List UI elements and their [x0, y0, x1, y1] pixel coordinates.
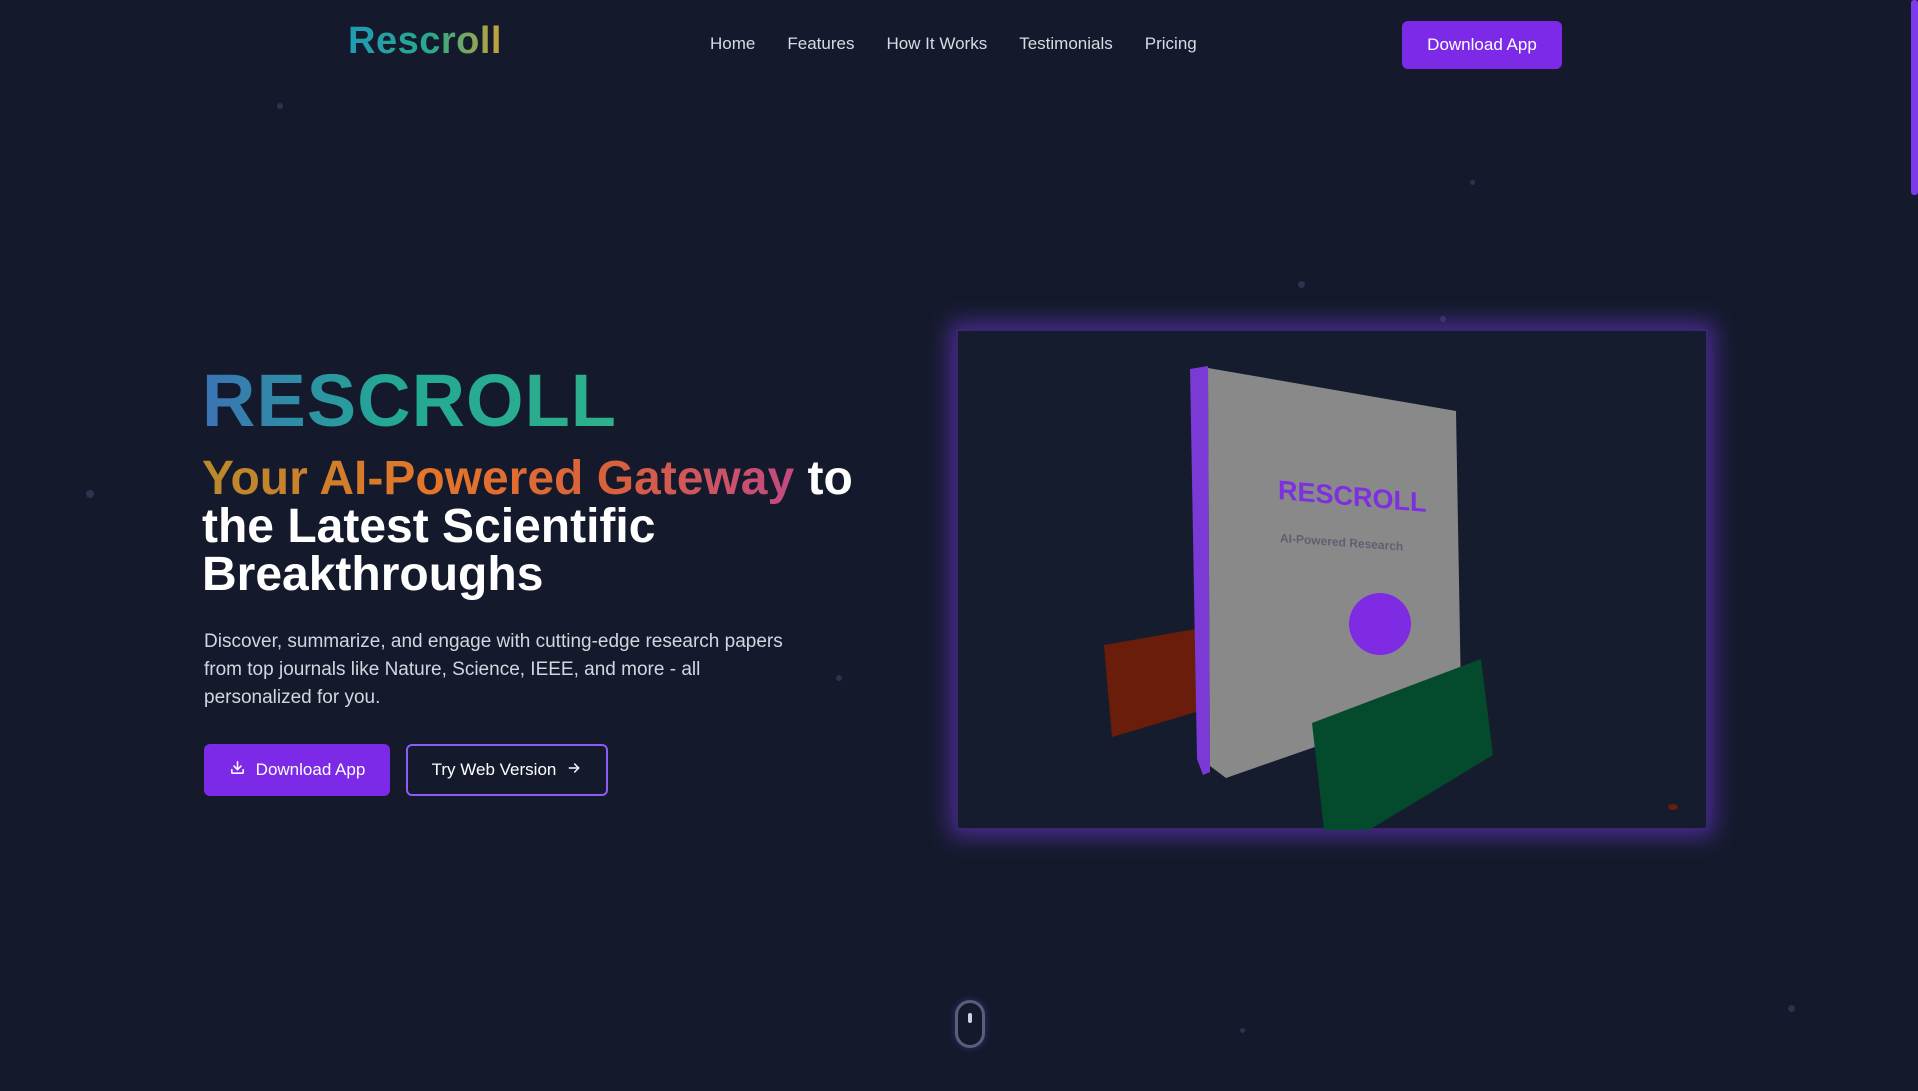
- try-web-version-label: Try Web Version: [431, 760, 557, 779]
- nav-link-how-it-works[interactable]: How It Works: [886, 34, 987, 54]
- nav-link-testimonials[interactable]: Testimonials: [1019, 34, 1113, 54]
- hero-download-button[interactable]: Download App: [204, 744, 390, 796]
- book-illustration: RESCROLL AI-Powered Research: [1104, 366, 1678, 830]
- background-star: [1240, 1028, 1245, 1033]
- hero-description: Discover, summarize, and engage with cut…: [204, 631, 783, 708]
- background-star: [277, 103, 283, 109]
- background-star: [86, 490, 94, 498]
- background-star: [1298, 281, 1305, 288]
- arrow-right-icon: [566, 760, 582, 781]
- background-star: [836, 675, 842, 681]
- nav-download-button[interactable]: Download App: [1402, 21, 1562, 69]
- hero-subtitle-highlight: Your AI-Powered Gateway: [202, 452, 795, 505]
- nav-link-features[interactable]: Features: [787, 34, 854, 54]
- brand-logo[interactable]: Rescroll: [348, 20, 502, 63]
- hero-title: RESCROLL: [202, 359, 617, 442]
- scroll-wheel-dot: [968, 1013, 972, 1023]
- nav-link-pricing[interactable]: Pricing: [1145, 34, 1197, 54]
- hero-download-label: Download App: [255, 760, 366, 779]
- book-circle: [1349, 593, 1411, 655]
- top-navbar: Rescroll Home Features How It Works Test…: [0, 0, 1918, 90]
- page-scrollbar[interactable]: [1911, 0, 1918, 195]
- small-red-dot: [1668, 804, 1678, 810]
- background-star: [1440, 316, 1446, 322]
- nav-link-home[interactable]: Home: [710, 34, 755, 54]
- background-star: [1470, 180, 1475, 185]
- book-spine: [1190, 366, 1210, 775]
- try-web-version-button[interactable]: Try Web Version: [406, 744, 608, 796]
- background-star: [1788, 1005, 1795, 1012]
- hero-subtitle: Your AI-Powered Gateway to the Latest Sc…: [202, 455, 902, 599]
- scroll-mouse-icon[interactable]: [955, 1000, 985, 1048]
- nav-links: Home Features How It Works Testimonials …: [710, 34, 1197, 54]
- download-icon: [229, 759, 246, 781]
- hero-3d-visual[interactable]: RESCROLL AI-Powered Research: [956, 329, 1708, 830]
- red-card-shape: [1104, 629, 1206, 737]
